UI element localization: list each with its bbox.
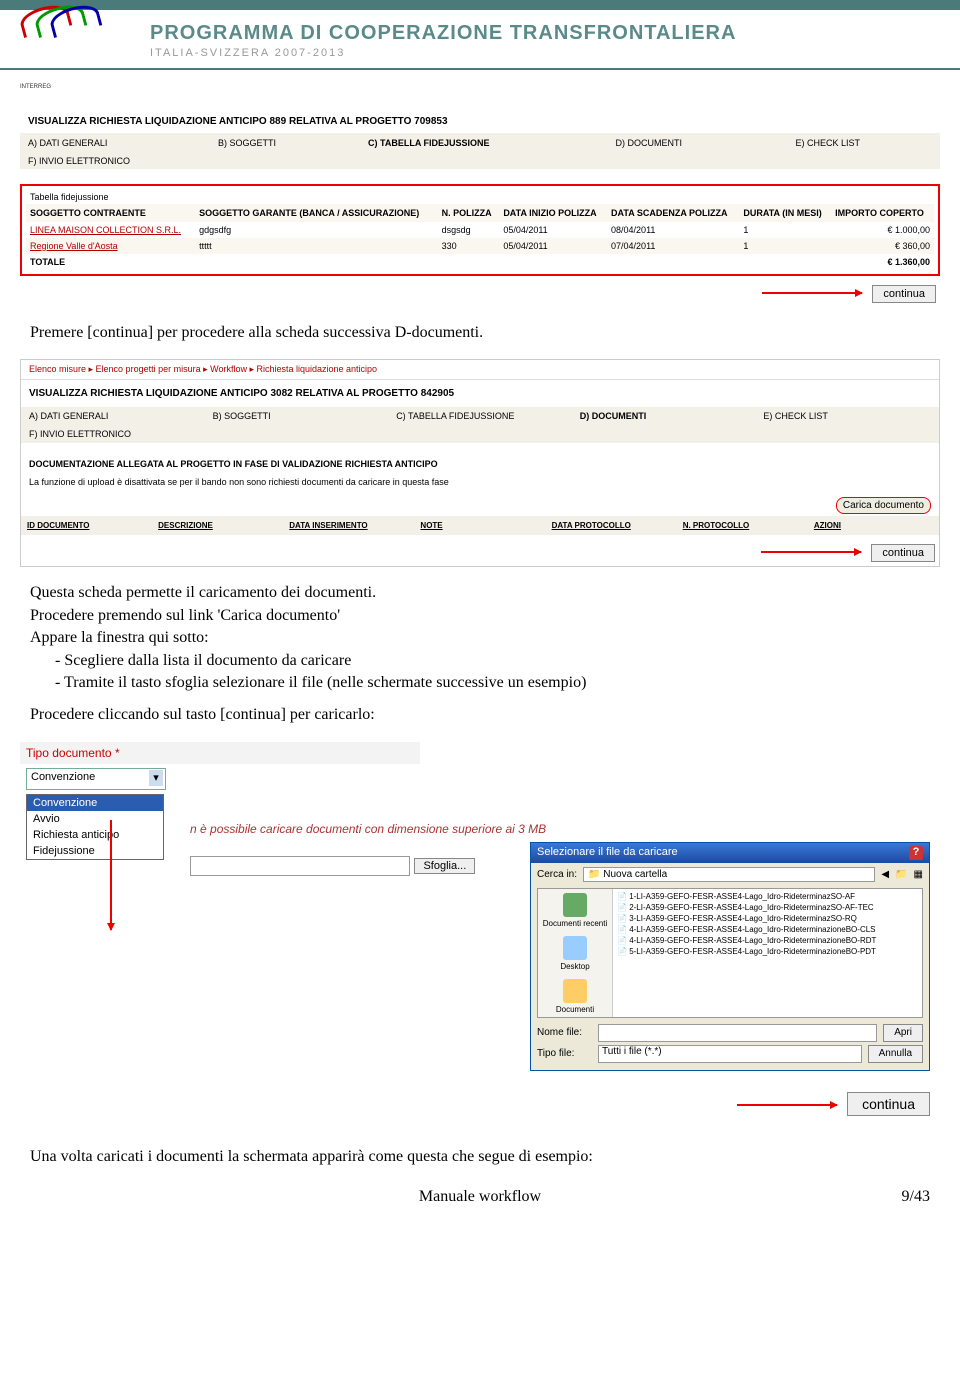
nav-back-icon[interactable]: ◀ xyxy=(881,869,889,880)
table-row: LINEA MAISON COLLECTION S.R.L. gdgsdfg d… xyxy=(26,222,934,238)
size-warning: n è possibile caricare documenti con dim… xyxy=(180,812,940,846)
carica-documento-link[interactable]: Carica documento xyxy=(836,497,931,514)
total-row: TOTALE € 1.360,00 xyxy=(26,254,934,270)
nav-up-icon[interactable]: 📁 xyxy=(895,869,907,880)
dialog-sidebar: Documenti recenti Desktop Documenti xyxy=(538,889,613,1017)
screenshot-tabella-fidejussione: VISUALIZZA RICHIESTA LIQUIDAZIONE ANTICI… xyxy=(20,110,940,307)
continua-button[interactable]: continua xyxy=(871,544,935,562)
file-item[interactable]: 3-LI-A359-GEFO-FESR-ASSE4-Lago_Idro-Ride… xyxy=(615,913,920,924)
screenshot-documenti: Elenco misure ▸ Elenco progetti per misu… xyxy=(20,359,940,567)
apri-button[interactable]: Apri xyxy=(883,1024,923,1042)
file-open-dialog: Selezionare il file da caricare ? Cerca … xyxy=(530,842,930,1071)
file-item[interactable]: 2-LI-A359-GEFO-FESR-ASSE4-Lago_Idro-Ride… xyxy=(615,902,920,913)
file-item[interactable]: 1-LI-A359-GEFO-FESR-ASSE4-Lago_Idro-Ride… xyxy=(615,891,920,902)
arrow-icon xyxy=(110,820,112,930)
option-avvio[interactable]: Avvio xyxy=(27,811,163,827)
logo-text: INTERREG xyxy=(20,84,140,90)
tipo-documento-select[interactable]: Convenzione xyxy=(26,768,166,790)
tab-dati-generali[interactable]: A) DATI GENERALI xyxy=(21,407,205,425)
footer-title: Manuale workflow xyxy=(419,1188,541,1205)
tab-soggetti[interactable]: B) SOGGETTI xyxy=(210,133,310,153)
table-caption: Tabella fidejussione xyxy=(26,190,934,204)
screenshot-upload-dialog: Tipo documento * Convenzione Convenzione… xyxy=(20,742,940,1072)
view-icon[interactable]: ▦ xyxy=(914,869,923,880)
view-title: VISUALIZZA RICHIESTA LIQUIDAZIONE ANTICI… xyxy=(21,380,939,407)
tipo-documento-label: Tipo documento * xyxy=(20,742,420,764)
tabs-row: A) DATI GENERALI B) SOGGETTI C) TABELLA … xyxy=(20,133,940,153)
program-title: PROGRAMMA DI COOPERAZIONE TRANSFRONTALIE… xyxy=(150,22,960,45)
arrow-icon xyxy=(761,551,861,553)
tab-soggetti[interactable]: B) SOGGETTI xyxy=(205,407,389,425)
tipo-documento-dropdown: Convenzione Avvio Richiesta anticipo Fid… xyxy=(26,794,164,860)
sfoglia-button[interactable]: Sfoglia... xyxy=(414,858,475,874)
page-footer: Manuale workflow 9/43 xyxy=(30,1188,930,1206)
tab-documenti[interactable]: D) DOCUMENTI xyxy=(572,407,756,425)
tab-invio-elettronico[interactable]: F) INVIO ELETTRONICO xyxy=(21,425,939,443)
dialog-help-icon[interactable]: ? xyxy=(909,846,923,860)
tipo-file-select[interactable]: Tutti i file (*.*) xyxy=(598,1045,862,1063)
cerca-in-label: Cerca in: xyxy=(537,869,577,880)
file-list: 1-LI-A359-GEFO-FESR-ASSE4-Lago_Idro-Ride… xyxy=(613,889,922,1017)
continua-button[interactable]: continua xyxy=(847,1092,930,1116)
tab-tabella-fidejussione[interactable]: C) TABELLA FIDEJUSSIONE xyxy=(360,133,498,153)
doc-table-header: ID DOCUMENTO DESCRIZIONE DATA INSERIMENT… xyxy=(21,516,939,535)
th-data-inizio: DATA INIZIO POLIZZA xyxy=(499,204,607,222)
file-item[interactable]: 4-LI-A359-GEFO-FESR-ASSE4-Lago_Idro-Ride… xyxy=(615,935,920,946)
th-importo: IMPORTO COPERTO xyxy=(831,204,934,222)
row-link[interactable]: Regione Valle d'Aosta xyxy=(30,241,118,251)
table-header-row: SOGGETTO CONTRAENTE SOGGETTO GARANTE (BA… xyxy=(26,204,934,222)
option-convenzione[interactable]: Convenzione xyxy=(27,795,163,811)
row-link[interactable]: LINEA MAISON COLLECTION S.R.L. xyxy=(30,225,181,235)
tab-tabella-fidejussione[interactable]: C) TABELLA FIDEJUSSIONE xyxy=(388,407,572,425)
th-data-scadenza: DATA SCADENZA POLIZZA xyxy=(607,204,739,222)
breadcrumb: Elenco misure ▸ Elenco progetti per misu… xyxy=(21,360,939,380)
th-soggetto-garante: SOGGETTO GARANTE (BANCA / ASSICURAZIONE) xyxy=(195,204,438,222)
tab-check-list[interactable]: E) CHECK LIST xyxy=(755,407,939,425)
annulla-button[interactable]: Annulla xyxy=(868,1045,923,1063)
upload-note: La funzione di upload è disattivata se p… xyxy=(21,475,939,495)
sidebar-desktop[interactable]: Desktop xyxy=(538,932,612,975)
instruction-block: Questa scheda permette il caricamento de… xyxy=(30,582,930,726)
sidebar-recent[interactable]: Documenti recenti xyxy=(538,889,612,932)
sidebar-documenti[interactable]: Documenti xyxy=(538,975,612,1018)
folder-select[interactable]: 📁 Nuova cartella xyxy=(583,867,875,882)
dialog-title: Selezionare il file da caricare xyxy=(537,846,678,860)
nome-file-label: Nome file: xyxy=(537,1027,592,1038)
file-path-input[interactable] xyxy=(190,856,410,876)
th-n-polizza: N. POLIZZA xyxy=(438,204,500,222)
th-soggetto-contraente: SOGGETTO CONTRAENTE xyxy=(26,204,195,222)
continua-button[interactable]: continua xyxy=(872,285,936,303)
file-item[interactable]: 5-LI-A359-GEFO-FESR-ASSE4-Lago_Idro-Ride… xyxy=(615,946,920,957)
arrow-icon xyxy=(737,1104,837,1106)
table-fidejussione-highlighted: Tabella fidejussione SOGGETTO CONTRAENTE… xyxy=(20,184,940,276)
header-banner: INTERREG PROGRAMMA DI COOPERAZIONE TRANS… xyxy=(0,0,960,70)
tab-invio-elettronico[interactable]: F) INVIO ELETTRONICO xyxy=(28,156,130,166)
instruction-text: Una volta caricati i documenti la scherm… xyxy=(30,1146,930,1168)
table-row: Regione Valle d'Aosta ttttt 330 05/04/20… xyxy=(26,238,934,254)
option-richiesta-anticipo[interactable]: Richiesta anticipo xyxy=(27,827,163,843)
page-number: 9/43 xyxy=(902,1188,930,1206)
th-durata: DURATA (IN MESI) xyxy=(739,204,831,222)
tipo-file-label: Tipo file: xyxy=(537,1048,592,1059)
tab-dati-generali[interactable]: A) DATI GENERALI xyxy=(20,133,120,153)
nome-file-input[interactable] xyxy=(598,1024,877,1042)
instruction-text: Premere [continua] per procedere alla sc… xyxy=(30,322,930,344)
logo-interreg: INTERREG xyxy=(20,2,140,62)
tab-documenti[interactable]: D) DOCUMENTI xyxy=(608,133,708,153)
view-title: VISUALIZZA RICHIESTA LIQUIDAZIONE ANTICI… xyxy=(20,110,940,133)
program-subtitle: ITALIA-SVIZZERA 2007-2013 xyxy=(150,47,960,59)
option-fidejussione[interactable]: Fidejussione xyxy=(27,843,163,859)
arrow-icon xyxy=(762,292,862,294)
file-item[interactable]: 4-LI-A359-GEFO-FESR-ASSE4-Lago_Idro-Ride… xyxy=(615,924,920,935)
tab-check-list[interactable]: E) CHECK LIST xyxy=(788,133,888,153)
section-subtitle: DOCUMENTAZIONE ALLEGATA AL PROGETTO IN F… xyxy=(21,453,939,475)
